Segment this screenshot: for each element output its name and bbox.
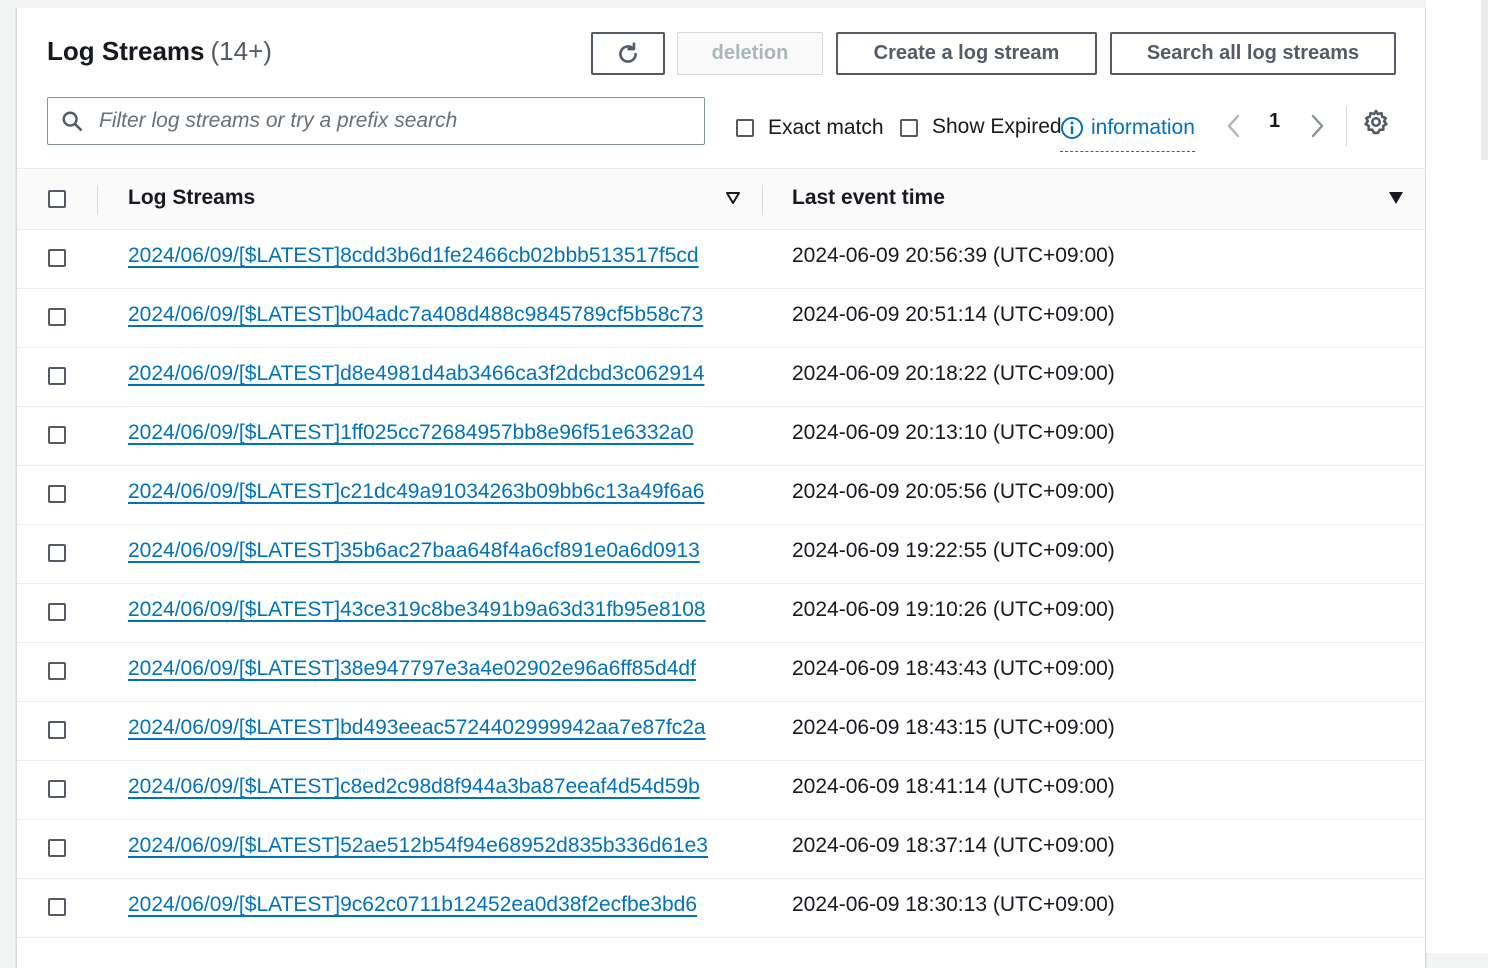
info-icon [1061,117,1083,139]
search-all-log-streams-button[interactable]: Search all log streams [1110,32,1396,75]
pagination-divider [1346,106,1347,146]
show-expired-checkbox[interactable] [900,119,918,137]
last-event-time: 2024-06-09 19:22:55 (UTC+09:00) [792,539,1115,562]
row-checkbox[interactable] [48,249,66,267]
table-row: 2024/06/09/[$LATEST]b04adc7a408d488c9845… [17,288,1425,348]
log-stream-link[interactable]: 2024/06/09/[$LATEST]c8ed2c98d8f944a3ba87… [128,775,700,799]
last-event-time: 2024-06-09 18:43:15 (UTC+09:00) [792,716,1115,739]
gear-icon[interactable] [1362,108,1390,136]
log-stream-link[interactable]: 2024/06/09/[$LATEST]1ff025cc72684957bb8e… [128,421,694,445]
deletion-button[interactable]: deletion [677,32,823,75]
filter-input[interactable] [97,102,681,140]
table-row: 2024/06/09/[$LATEST]c8ed2c98d8f944a3ba87… [17,760,1425,820]
last-event-time: 2024-06-09 18:37:14 (UTC+09:00) [792,834,1115,857]
column-header-log-streams[interactable]: Log Streams [128,186,255,210]
create-log-stream-button[interactable]: Create a log stream [836,32,1097,75]
table-row: 2024/06/09/[$LATEST]bd493eeac57244029999… [17,701,1425,761]
information-link[interactable]: information [1060,113,1195,152]
last-event-time: 2024-06-09 20:05:56 (UTC+09:00) [792,480,1115,503]
page-title: Log Streams (14+) [47,36,272,67]
row-checkbox[interactable] [48,544,66,562]
column-divider [762,185,763,215]
refresh-icon [619,41,637,63]
last-event-time: 2024-06-09 20:51:14 (UTC+09:00) [792,303,1115,326]
log-stream-link[interactable]: 2024/06/09/[$LATEST]bd493eeac57244029999… [128,716,706,740]
stream-count: (14+) [210,36,272,66]
filter-box [47,97,705,145]
chevron-right-icon[interactable] [1307,112,1327,140]
last-event-time: 2024-06-09 18:30:13 (UTC+09:00) [792,893,1115,916]
log-stream-link[interactable]: 2024/06/09/[$LATEST]38e947797e3a4e02902e… [128,657,696,681]
sort-down-outline-icon[interactable] [725,191,741,205]
table-row: 2024/06/09/[$LATEST]d8e4981d4ab3466ca3f2… [17,347,1425,407]
row-checkbox[interactable] [48,367,66,385]
page-title-text: Log Streams [47,36,205,66]
select-all-checkbox[interactable] [48,190,66,208]
log-stream-link[interactable]: 2024/06/09/[$LATEST]52ae512b54f94e68952d… [128,834,708,858]
row-checkbox[interactable] [48,308,66,326]
log-stream-link[interactable]: 2024/06/09/[$LATEST]35b6ac27baa648f4a6cf… [128,539,700,563]
table-row: 2024/06/09/[$LATEST]43ce319c8be3491b9a63… [17,583,1425,643]
row-checkbox[interactable] [48,839,66,857]
table-row: 2024/06/09/[$LATEST]52ae512b54f94e68952d… [17,819,1425,879]
last-event-time: 2024-06-09 20:56:39 (UTC+09:00) [792,244,1115,267]
column-header-last-event-time[interactable]: Last event time [792,186,945,210]
row-checkbox[interactable] [48,485,66,503]
current-page-number[interactable]: 1 [1269,110,1280,133]
exact-match-checkbox[interactable] [736,119,754,137]
scrollbar[interactable] [1481,0,1488,160]
table-row: 2024/06/09/[$LATEST]9c62c0711b12452ea0d3… [17,878,1425,938]
table-row: 2024/06/09/[$LATEST]35b6ac27baa648f4a6cf… [17,524,1425,584]
row-checkbox[interactable] [48,721,66,739]
table-header: Log Streams Last event time [17,168,1425,230]
table-row: 2024/06/09/[$LATEST]38e947797e3a4e02902e… [17,642,1425,702]
table-row: 2024/06/09/[$LATEST]c21dc49a91034263b09b… [17,465,1425,525]
exact-match-label: Exact match [768,116,884,139]
row-checkbox[interactable] [48,662,66,680]
table-row: 2024/06/09/[$LATEST]8cdd3b6d1fe2466cb02b… [17,229,1425,289]
row-checkbox[interactable] [48,603,66,621]
log-stream-link[interactable]: 2024/06/09/[$LATEST]8cdd3b6d1fe2466cb02b… [128,244,699,268]
last-event-time: 2024-06-09 19:10:26 (UTC+09:00) [792,598,1115,621]
last-event-time: 2024-06-09 20:18:22 (UTC+09:00) [792,362,1115,385]
row-checkbox[interactable] [48,780,66,798]
last-event-time: 2024-06-09 20:13:10 (UTC+09:00) [792,421,1115,444]
information-label: information [1091,116,1195,139]
log-stream-link[interactable]: 2024/06/09/[$LATEST]9c62c0711b12452ea0d3… [128,893,697,917]
search-icon [62,111,82,131]
table-row: 2024/06/09/[$LATEST]1ff025cc72684957bb8e… [17,406,1425,466]
last-event-time: 2024-06-09 18:43:43 (UTC+09:00) [792,657,1115,680]
log-stream-link[interactable]: 2024/06/09/[$LATEST]43ce319c8be3491b9a63… [128,598,706,622]
log-streams-panel: Log Streams (14+) deletion Create a log s… [16,8,1426,968]
row-checkbox[interactable] [48,426,66,444]
column-divider [97,185,98,215]
log-stream-link[interactable]: 2024/06/09/[$LATEST]c21dc49a91034263b09b… [128,480,704,504]
last-event-time: 2024-06-09 18:41:14 (UTC+09:00) [792,775,1115,798]
page-edge [1426,0,1488,953]
show-expired-label: Show Expired [932,115,1062,138]
sort-down-icon[interactable] [1388,191,1404,205]
chevron-left-icon[interactable] [1224,112,1244,140]
log-stream-link[interactable]: 2024/06/09/[$LATEST]d8e4981d4ab3466ca3f2… [128,362,704,386]
log-stream-link[interactable]: 2024/06/09/[$LATEST]b04adc7a408d488c9845… [128,303,703,327]
row-checkbox[interactable] [48,898,66,916]
refresh-button[interactable] [591,32,665,75]
